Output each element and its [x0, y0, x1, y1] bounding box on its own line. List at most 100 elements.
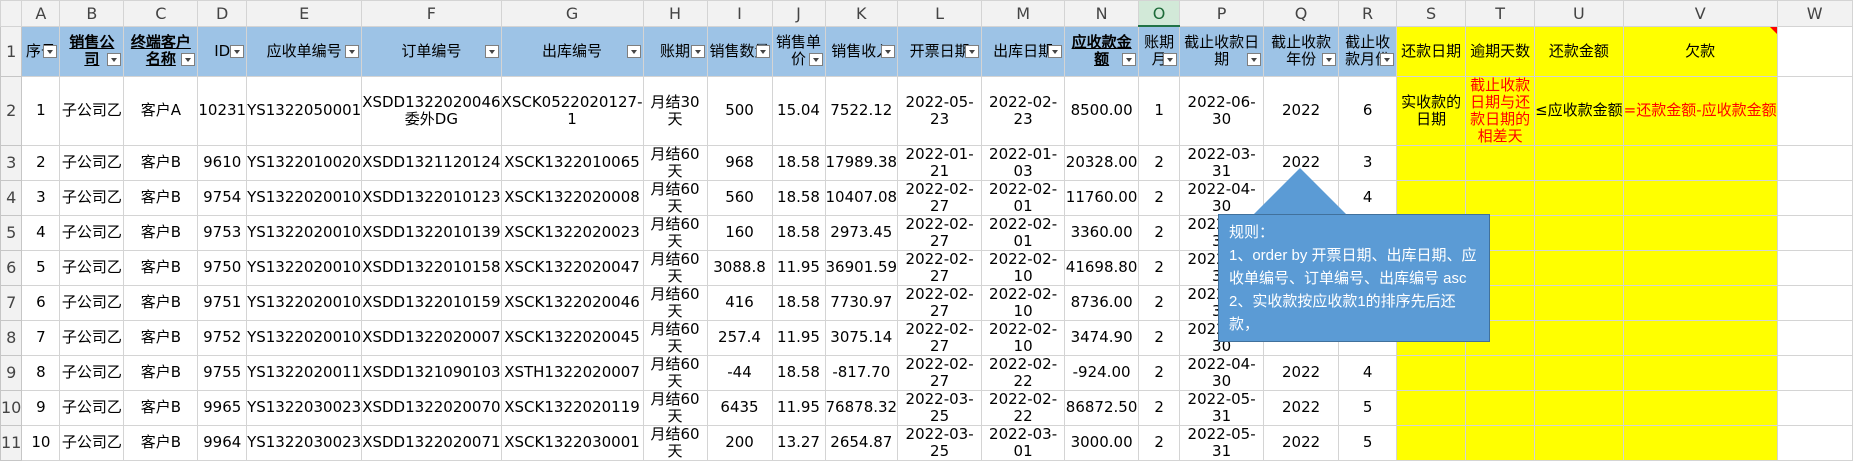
row-header-6[interactable]: 6: [0, 249, 23, 286]
data-cell[interactable]: 2022-03-25: [897, 389, 983, 426]
yellow-cell[interactable]: [1396, 424, 1467, 461]
filter-dropdown-icon[interactable]: [755, 44, 770, 58]
data-cell[interactable]: 3088.8: [706, 249, 773, 286]
data-cell[interactable]: 76878.32: [824, 389, 899, 426]
column-header-O[interactable]: O: [1138, 0, 1181, 27]
data-cell[interactable]: XSCK1322020047: [500, 249, 644, 286]
yellow-cell[interactable]: [1534, 284, 1624, 321]
data-cell[interactable]: 11.95: [771, 319, 826, 356]
yellow-cell[interactable]: [1534, 424, 1624, 461]
data-cell[interactable]: 6: [21, 284, 61, 321]
data-cell[interactable]: 月结60天: [642, 144, 708, 181]
data-cell[interactable]: 2022: [1263, 424, 1340, 461]
column-header-A[interactable]: A: [21, 0, 61, 27]
empty-cell[interactable]: [1776, 319, 1853, 356]
data-cell[interactable]: 子公司乙: [59, 389, 125, 426]
column-header-R[interactable]: R: [1338, 0, 1398, 27]
filter-dropdown-icon[interactable]: [965, 44, 980, 58]
data-cell[interactable]: 月结60天: [642, 284, 708, 321]
data-cell[interactable]: 2022-04-30: [1179, 354, 1265, 391]
header-cell-due-year[interactable]: 截止收款年份: [1263, 25, 1340, 77]
data-cell[interactable]: 2: [1138, 389, 1181, 426]
header-cell-arrears[interactable]: 欠款: [1622, 25, 1778, 77]
header-cell-seq[interactable]: 序号: [21, 25, 61, 77]
data-cell[interactable]: 20328.00: [1064, 144, 1140, 181]
data-cell[interactable]: 2022-02-23: [981, 75, 1066, 146]
data-cell[interactable]: 2022: [1263, 75, 1340, 146]
data-cell[interactable]: 9752: [197, 319, 248, 356]
filter-dropdown-icon[interactable]: [1163, 53, 1178, 67]
filter-dropdown-icon[interactable]: [808, 53, 823, 66]
data-cell[interactable]: 200: [706, 424, 773, 461]
filter-dropdown-icon[interactable]: [881, 44, 896, 58]
column-header-W[interactable]: W: [1776, 0, 1853, 27]
data-cell[interactable]: 2022-03-25: [897, 424, 983, 461]
filter-dropdown-icon[interactable]: [1247, 53, 1262, 66]
data-cell[interactable]: YS1322030023: [246, 424, 363, 461]
data-cell[interactable]: 月结60天: [642, 214, 708, 251]
data-cell[interactable]: 2022-02-10: [981, 319, 1066, 356]
data-cell[interactable]: 3474.90: [1064, 319, 1140, 356]
header-cell-repay-amount[interactable]: 还款金额: [1534, 25, 1624, 77]
empty-cell[interactable]: [1776, 249, 1853, 286]
yellow-cell[interactable]: [1622, 354, 1778, 391]
data-cell[interactable]: XSDD1321120124: [361, 144, 502, 181]
data-cell[interactable]: 11760.00: [1064, 179, 1140, 216]
data-cell[interactable]: 2022-02-27: [897, 354, 983, 391]
column-header-L[interactable]: L: [897, 0, 983, 27]
data-cell[interactable]: XSDD1322020071: [361, 424, 502, 461]
data-cell[interactable]: 子公司乙: [59, 214, 125, 251]
header-cell-unit-price[interactable]: 销售单价: [771, 25, 826, 77]
column-header-V[interactable]: V: [1622, 0, 1778, 27]
header-cell-receivable-no[interactable]: 应收单编号: [246, 25, 363, 77]
header-cell-quantity[interactable]: 销售数量: [706, 25, 773, 77]
row-header-3[interactable]: 3: [0, 144, 23, 181]
data-cell[interactable]: 41698.80: [1064, 249, 1140, 286]
data-cell[interactable]: XSCK0522020127-1: [500, 75, 644, 146]
column-header-M[interactable]: M: [981, 0, 1066, 27]
data-cell[interactable]: XSCK1322010065: [500, 144, 644, 181]
yellow-cell[interactable]: [1465, 354, 1536, 391]
row-header-9[interactable]: 9: [0, 354, 23, 391]
data-cell[interactable]: 3000.00: [1064, 424, 1140, 461]
filter-dropdown-icon[interactable]: [107, 53, 122, 66]
data-cell[interactable]: 416: [706, 284, 773, 321]
column-header-T[interactable]: T: [1465, 0, 1536, 27]
data-cell[interactable]: 3075.14: [824, 319, 899, 356]
data-cell[interactable]: XSCK1322020046: [500, 284, 644, 321]
empty-cell[interactable]: [1776, 424, 1853, 461]
data-cell[interactable]: YS1322020010: [246, 179, 363, 216]
data-cell[interactable]: 6: [1338, 75, 1398, 146]
yellow-cell[interactable]: [1534, 354, 1624, 391]
yellow-cell[interactable]: [1622, 214, 1778, 251]
data-cell[interactable]: 18.58: [771, 284, 826, 321]
data-cell[interactable]: 2022: [1263, 389, 1340, 426]
data-cell[interactable]: XSDD1322020007: [361, 319, 502, 356]
data-cell[interactable]: YS1322020011: [246, 354, 363, 391]
data-cell[interactable]: 1: [1138, 75, 1181, 146]
data-cell[interactable]: 子公司乙: [59, 179, 125, 216]
data-cell[interactable]: 2022-05-23: [897, 75, 983, 146]
data-cell[interactable]: 2022-02-10: [981, 249, 1066, 286]
data-cell[interactable]: XSDD1322010139: [361, 214, 502, 251]
yellow-cell[interactable]: [1534, 144, 1624, 181]
data-cell[interactable]: 2022-02-27: [897, 319, 983, 356]
data-cell[interactable]: 11.95: [771, 249, 826, 286]
data-cell[interactable]: 2022-02-27: [897, 284, 983, 321]
yellow-cell[interactable]: [1622, 424, 1778, 461]
empty-cell[interactable]: [1776, 75, 1853, 146]
data-cell[interactable]: -817.70: [824, 354, 899, 391]
data-cell[interactable]: 子公司乙: [59, 354, 125, 391]
header-cell-order-no[interactable]: 订单编号: [361, 25, 502, 77]
data-cell[interactable]: 2: [1138, 354, 1181, 391]
data-cell[interactable]: 9964: [197, 424, 248, 461]
column-header-I[interactable]: I: [706, 0, 773, 27]
header-cell-customer[interactable]: 终端客户名称: [123, 25, 199, 77]
data-cell[interactable]: 2: [1138, 144, 1181, 181]
filter-dropdown-icon[interactable]: [345, 44, 360, 58]
filter-dropdown-icon[interactable]: [626, 44, 641, 58]
data-cell[interactable]: 18.58: [771, 354, 826, 391]
header-cell-due-month[interactable]: 截止收款月份: [1338, 25, 1398, 77]
data-cell[interactable]: 160: [706, 214, 773, 251]
header-cell-repay-date[interactable]: 还款日期: [1396, 25, 1467, 77]
